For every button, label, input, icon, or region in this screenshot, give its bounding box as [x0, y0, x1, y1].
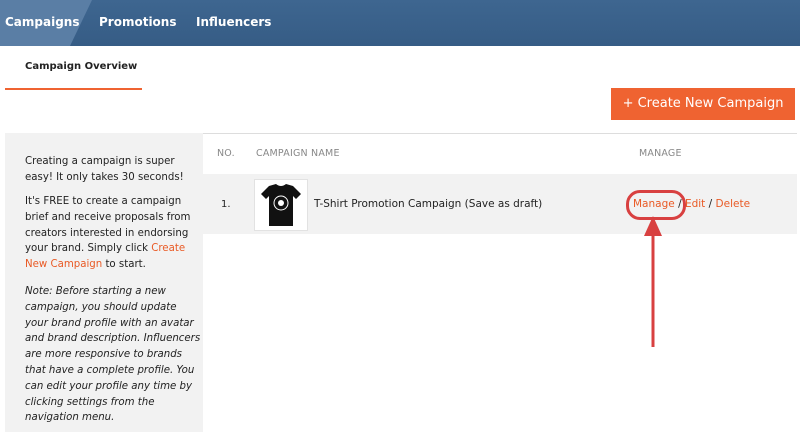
tab-influencers[interactable]: Influencers [196, 0, 271, 46]
sidebar-intro: Creating a campaign is super easy! It on… [25, 156, 184, 183]
create-new-campaign-button[interactable]: + Create New Campaign [611, 88, 795, 120]
header-campaign-name: CAMPAIGN NAME [256, 148, 340, 159]
edit-link[interactable]: Edit [685, 198, 705, 210]
sidebar-body: It's FREE to create a campaign brief and… [25, 194, 201, 273]
delete-link[interactable]: Delete [716, 198, 751, 210]
action-separator: / [708, 198, 713, 210]
table-row: 1. T-Shirt Promotion Campaign (Save as d… [203, 174, 797, 234]
sidebar-note: Note: Before starting a new campaign, yo… [25, 286, 201, 424]
row-number: 1. [221, 199, 231, 210]
red-up-arrow-icon [644, 216, 662, 347]
active-subtab-underline [5, 88, 142, 90]
tab-influencers-label: Influencers [196, 15, 272, 29]
tab-campaigns[interactable]: Campaigns [0, 0, 92, 46]
sidebar-body-end: to start. [102, 259, 146, 271]
campaign-name: T-Shirt Promotion Campaign (Save as draf… [314, 198, 543, 210]
header-no: NO. [217, 148, 235, 159]
top-navigation: Campaigns Promotions Influencers [0, 0, 800, 46]
tab-promotions[interactable]: Promotions [99, 0, 176, 46]
tab-promotions-label: Promotions [99, 15, 177, 29]
tshirt-image [254, 179, 308, 231]
campaign-table: NO. CAMPAIGN NAME MANAGE 1. T-Shirt Prom… [203, 133, 797, 433]
campaign-overview-label: Campaign Overview [25, 61, 138, 72]
sidebar-help: Creating a campaign is super easy! It on… [5, 133, 203, 432]
tab-campaign-overview[interactable]: Campaign Overview [5, 46, 142, 90]
tab-campaigns-label: Campaigns [5, 15, 80, 29]
header-manage: MANAGE [639, 148, 682, 159]
